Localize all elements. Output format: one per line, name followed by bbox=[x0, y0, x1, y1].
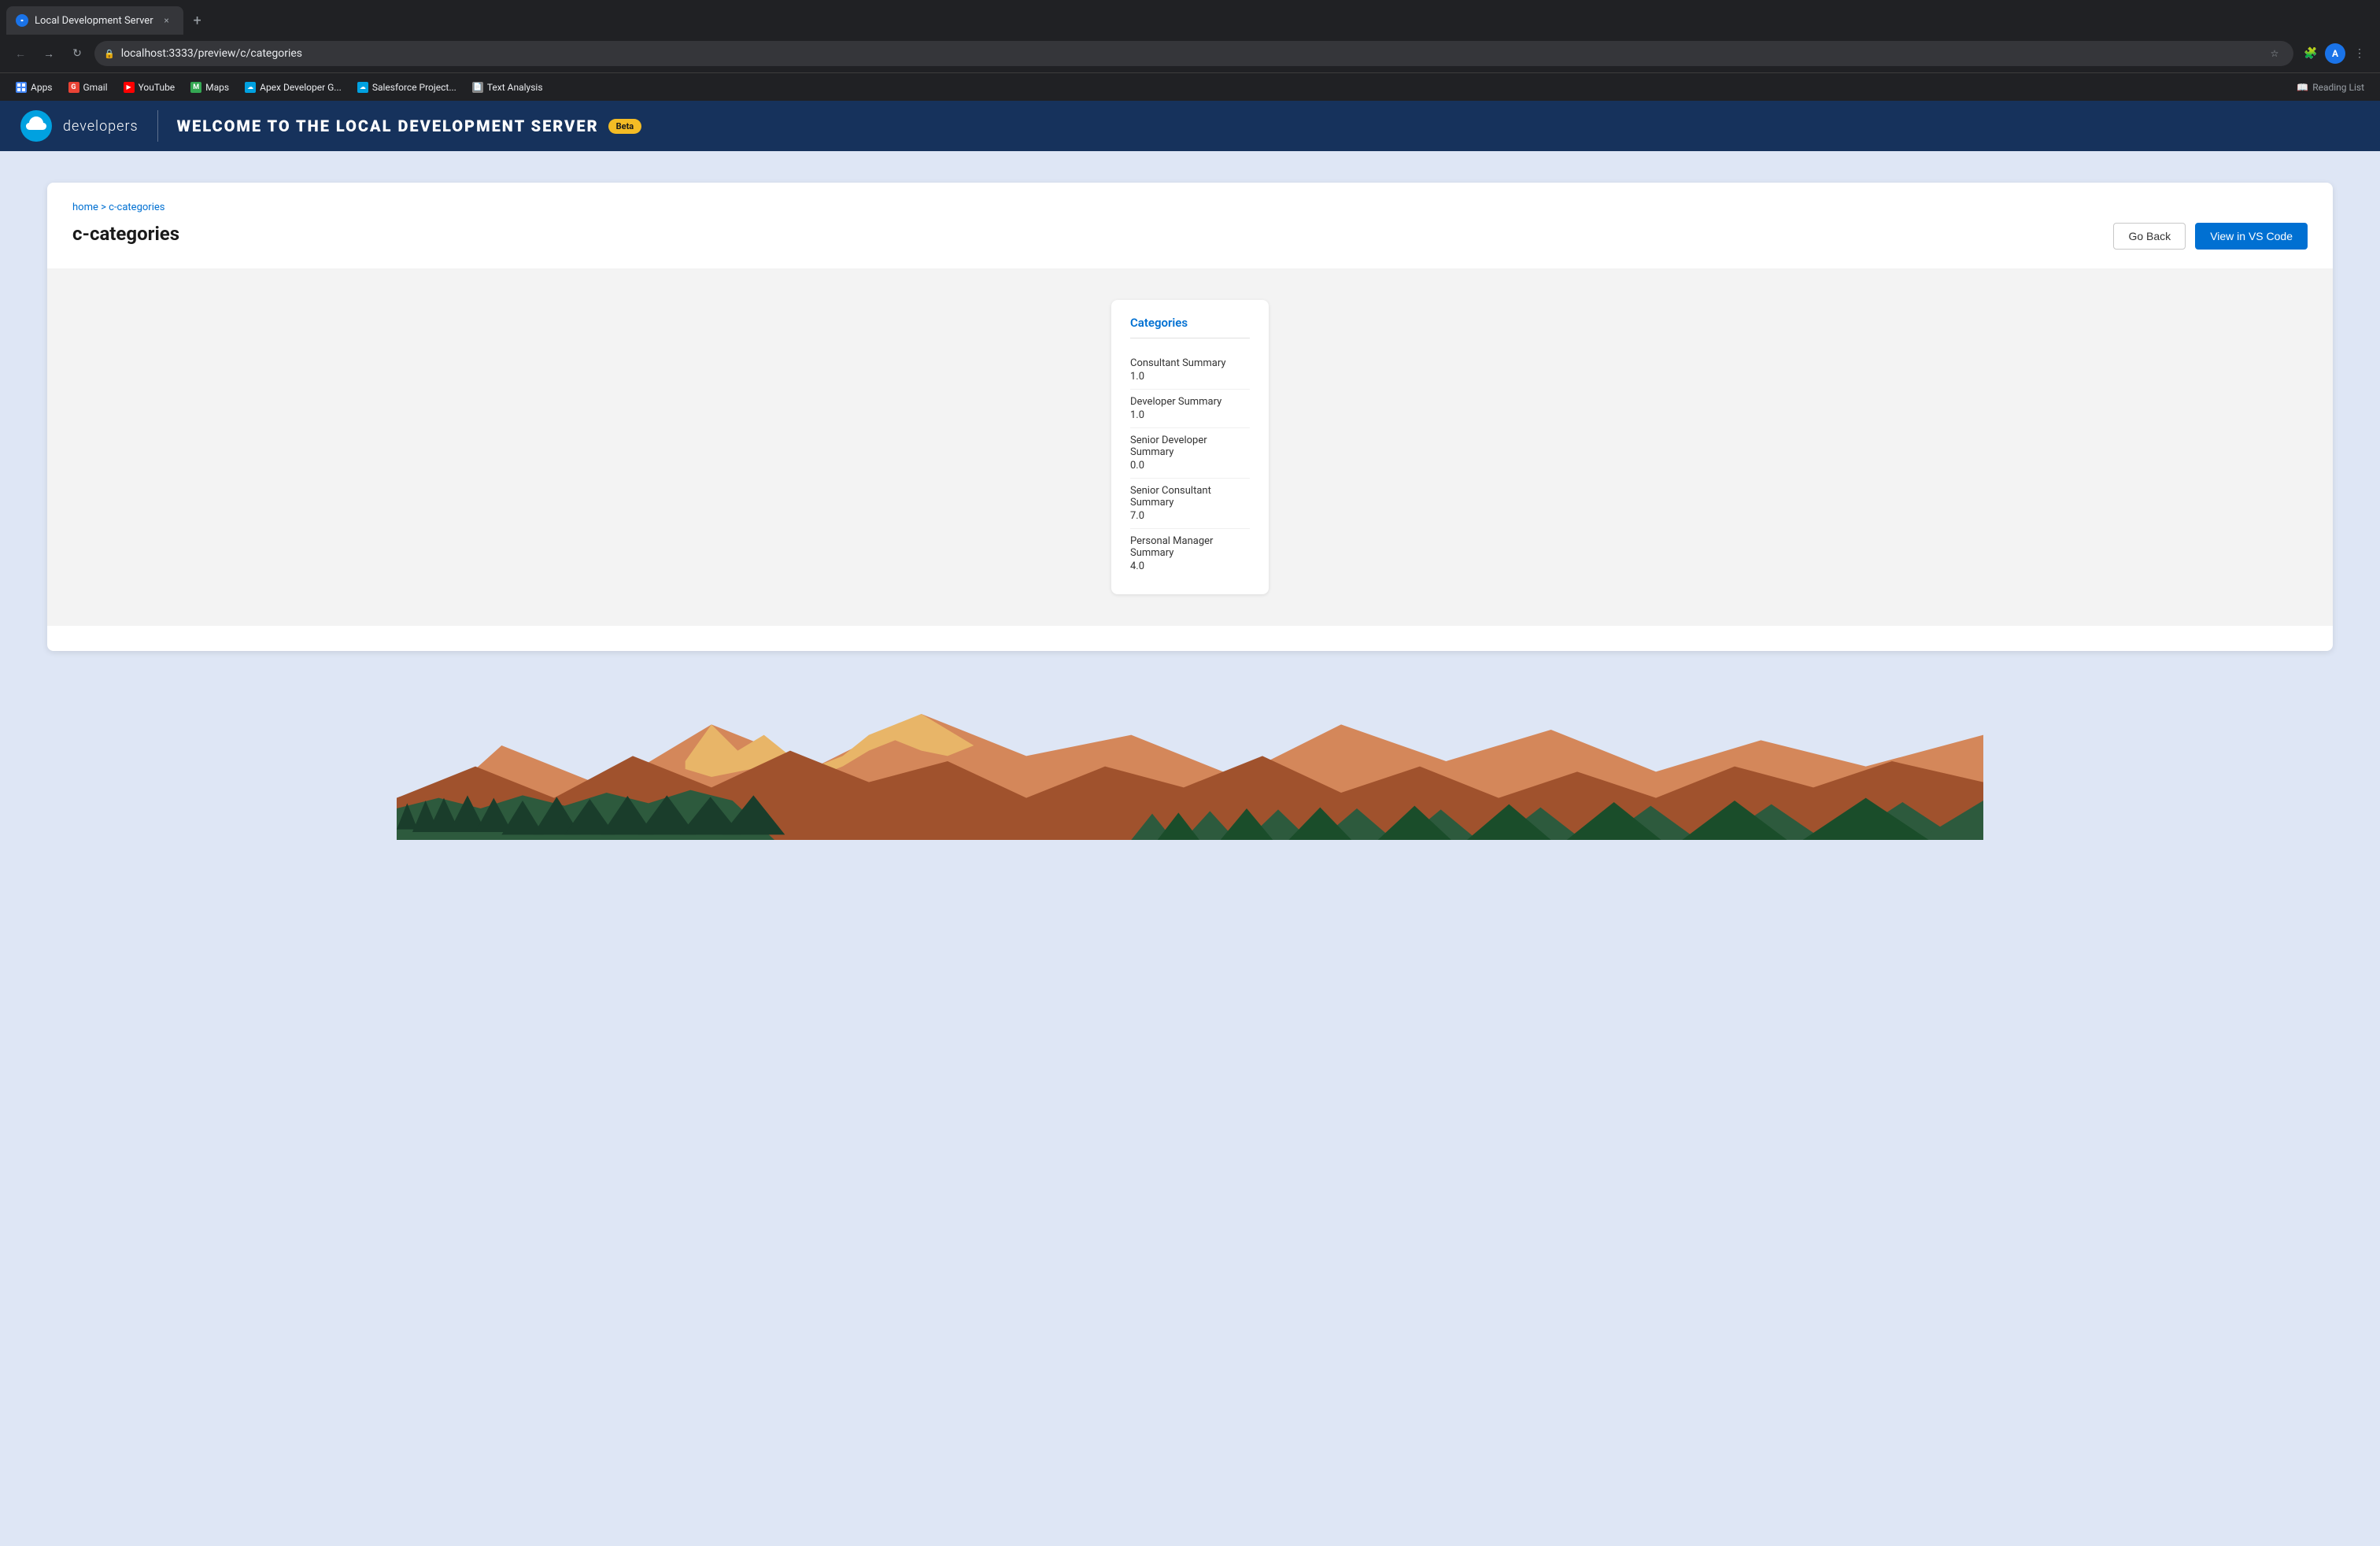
address-bar-row: ← → ↻ 🔒 localhost:3333/preview/c/categor… bbox=[0, 35, 2380, 72]
category-item: Senior Consultant Summary 7.0 bbox=[1130, 479, 1250, 529]
extensions-button[interactable]: 🧩 bbox=[2300, 43, 2322, 65]
forward-button[interactable]: → bbox=[38, 43, 60, 65]
category-item: Consultant Summary 1.0 bbox=[1130, 351, 1250, 390]
address-actions: ☆ bbox=[2265, 44, 2284, 63]
reading-list-label: Reading List bbox=[2312, 82, 2364, 93]
category-value: 4.0 bbox=[1130, 560, 1250, 572]
breadcrumb: home > c-categories bbox=[72, 202, 2308, 213]
header-divider bbox=[157, 110, 158, 142]
bookmark-salesforce-label: Salesforce Project... bbox=[372, 82, 456, 93]
category-name: Personal Manager Summary bbox=[1130, 535, 1250, 559]
bookmark-apex-label: Apex Developer G... bbox=[260, 82, 342, 93]
bookmark-youtube-label: YouTube bbox=[139, 82, 176, 93]
profile-button[interactable]: A bbox=[2325, 43, 2345, 64]
page-content: developers WELCOME TO THE LOCAL DEVELOPM… bbox=[0, 101, 2380, 1546]
logo-area: developers bbox=[19, 109, 139, 143]
category-name: Senior Consultant Summary bbox=[1130, 485, 1250, 509]
reload-button[interactable]: ↻ bbox=[66, 43, 88, 65]
apex-favicon: ☁ bbox=[245, 82, 256, 93]
apps-favicon bbox=[16, 82, 27, 93]
main-content: home > c-categories c-categories Go Back… bbox=[0, 151, 2380, 682]
url-text: localhost:3333/preview/c/categories bbox=[121, 47, 2259, 60]
preview-area: Categories Consultant Summary 1.0 Develo… bbox=[47, 268, 2333, 626]
tab-close-button[interactable]: × bbox=[160, 13, 174, 28]
active-tab[interactable]: Local Development Server × bbox=[6, 6, 183, 35]
action-buttons: Go Back View in VS Code bbox=[2113, 223, 2308, 250]
content-card: home > c-categories c-categories Go Back… bbox=[47, 183, 2333, 651]
category-value: 0.0 bbox=[1130, 460, 1250, 472]
reading-list-icon: 📖 bbox=[2297, 82, 2308, 93]
salesforce-logo-icon bbox=[19, 109, 54, 143]
category-name: Developer Summary bbox=[1130, 396, 1250, 408]
go-back-button[interactable]: Go Back bbox=[2113, 223, 2186, 250]
category-name: Senior Developer Summary bbox=[1130, 435, 1250, 458]
category-value: 7.0 bbox=[1130, 510, 1250, 522]
salesforce-favicon: ☁ bbox=[357, 82, 368, 93]
browser-actions: 🧩 A ⋮ bbox=[2300, 43, 2371, 65]
categories-card: Categories Consultant Summary 1.0 Develo… bbox=[1111, 300, 1269, 594]
categories-card-title: Categories bbox=[1130, 316, 1250, 338]
beta-badge: Beta bbox=[608, 119, 642, 134]
maps-favicon: M bbox=[190, 82, 201, 93]
browser-chrome: Local Development Server × + ← → ↻ 🔒 loc… bbox=[0, 0, 2380, 101]
logo-text: developers bbox=[63, 118, 139, 135]
header-title: WELCOME TO THE LOCAL DEVELOPMENT SERVER bbox=[177, 117, 599, 135]
bookmark-star-icon[interactable]: ☆ bbox=[2265, 44, 2284, 63]
category-item: Developer Summary 1.0 bbox=[1130, 390, 1250, 428]
youtube-favicon: ▶ bbox=[124, 82, 135, 93]
mountain-illustration bbox=[0, 682, 2380, 840]
reading-list-button[interactable]: 📖 Reading List bbox=[2290, 79, 2371, 96]
menu-button[interactable]: ⋮ bbox=[2349, 43, 2371, 65]
bookmark-text-analysis[interactable]: 📄 Text Analysis bbox=[466, 79, 549, 96]
breadcrumb-separator: > bbox=[101, 202, 106, 213]
bookmark-text-analysis-label: Text Analysis bbox=[487, 82, 543, 93]
category-value: 1.0 bbox=[1130, 371, 1250, 383]
tab-title: Local Development Server bbox=[35, 15, 153, 27]
bookmark-salesforce[interactable]: ☁ Salesforce Project... bbox=[351, 79, 463, 96]
bookmark-gmail[interactable]: G Gmail bbox=[62, 79, 114, 96]
bookmark-apps[interactable]: Apps bbox=[9, 79, 59, 96]
mountain-svg bbox=[0, 682, 2380, 840]
view-in-vscode-button[interactable]: View in VS Code bbox=[2195, 223, 2308, 250]
bookmark-gmail-label: Gmail bbox=[83, 82, 108, 93]
category-value: 1.0 bbox=[1130, 409, 1250, 421]
address-bar[interactable]: 🔒 localhost:3333/preview/c/categories ☆ bbox=[94, 41, 2293, 66]
category-item: Personal Manager Summary 4.0 bbox=[1130, 529, 1250, 579]
back-button[interactable]: ← bbox=[9, 43, 31, 65]
tab-bar: Local Development Server × + bbox=[0, 0, 2380, 35]
category-item: Senior Developer Summary 0.0 bbox=[1130, 428, 1250, 479]
gmail-favicon: G bbox=[68, 82, 79, 93]
bookmark-youtube[interactable]: ▶ YouTube bbox=[117, 79, 182, 96]
site-header: developers WELCOME TO THE LOCAL DEVELOPM… bbox=[0, 101, 2380, 151]
new-tab-button[interactable]: + bbox=[187, 9, 209, 31]
bookmark-maps-label: Maps bbox=[205, 82, 229, 93]
bookmark-maps[interactable]: M Maps bbox=[184, 79, 235, 96]
page-title: c-categories bbox=[72, 223, 179, 245]
breadcrumb-current: c-categories bbox=[109, 202, 164, 213]
bookmarks-bar: Apps G Gmail ▶ YouTube M Maps ☁ Apex Dev… bbox=[0, 72, 2380, 101]
bookmark-apps-label: Apps bbox=[31, 82, 53, 93]
tab-favicon bbox=[16, 14, 28, 27]
bookmark-apex[interactable]: ☁ Apex Developer G... bbox=[238, 79, 348, 96]
lock-icon: 🔒 bbox=[104, 49, 115, 59]
category-name: Consultant Summary bbox=[1130, 357, 1250, 369]
breadcrumb-home-link[interactable]: home bbox=[72, 202, 98, 213]
text-analysis-favicon: 📄 bbox=[472, 82, 483, 93]
page-title-row: c-categories Go Back View in VS Code bbox=[72, 223, 2308, 250]
category-items-list: Consultant Summary 1.0 Developer Summary… bbox=[1130, 351, 1250, 579]
